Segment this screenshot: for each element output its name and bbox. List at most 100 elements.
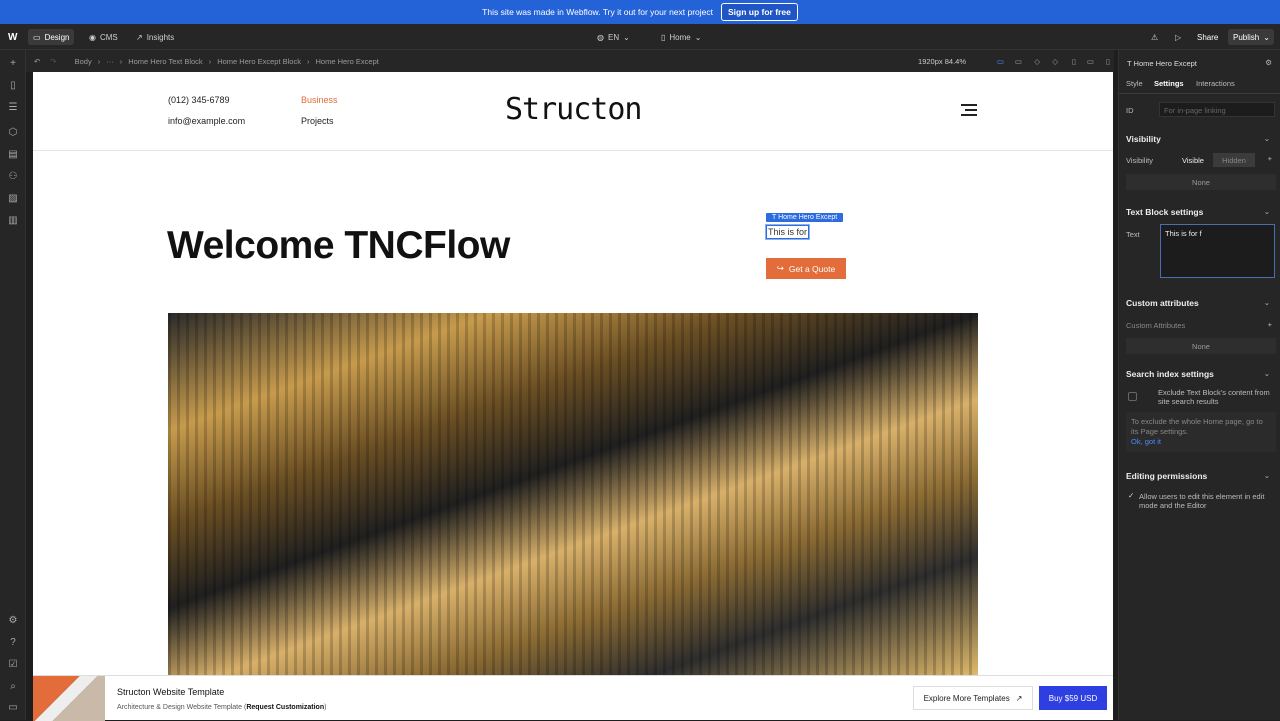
desktop-icon[interactable]: ▭	[997, 57, 1004, 66]
add-icon[interactable]: +	[1268, 154, 1272, 163]
get-quote-label: Get a Quote	[788, 263, 836, 274]
video-icon[interactable]: ▭	[7, 702, 19, 714]
signup-button[interactable]: Sign up for free	[721, 3, 798, 21]
id-label: ID	[1126, 106, 1134, 115]
preview-icon[interactable]: ▷	[1170, 29, 1186, 45]
pages-icon[interactable]: ▯	[7, 80, 19, 92]
chevron-down-icon: ⌄	[694, 32, 702, 42]
breakpoint-icon[interactable]: ◇	[1034, 57, 1040, 66]
breadcrumb: ↶ ↷ Body › ··· › Home Hero Text Block › …	[26, 50, 1114, 72]
navigator-icon[interactable]: ☰	[7, 102, 19, 114]
tasks-icon[interactable]: ☑	[7, 659, 19, 671]
chevron-down-icon[interactable]: ⌄	[1264, 369, 1270, 378]
add-icon[interactable]: +	[7, 58, 19, 70]
breakpoint-icon[interactable]: ◇	[1052, 57, 1058, 66]
promo-banner: This site was made in Webflow. Try it ou…	[0, 0, 1280, 24]
page-dropdown[interactable]: ▯ Home ⌄	[656, 29, 706, 45]
publish-label: Publish	[1233, 32, 1260, 42]
hero-headline[interactable]: Welcome TNCFlow	[167, 224, 510, 268]
external-link-icon: ↗	[1015, 693, 1023, 703]
component-icon[interactable]: ⚙	[1265, 58, 1272, 67]
chevron-down-icon: ⌄	[623, 32, 630, 42]
settings-panel: T Home Hero Except ⚙ Style Settings Inte…	[1118, 50, 1280, 720]
tab-interactions[interactable]: Interactions	[1196, 79, 1235, 88]
visibility-title: Visibility	[1126, 134, 1161, 144]
settings-icon[interactable]: ⚙	[7, 615, 19, 627]
divider	[1119, 93, 1280, 94]
selection-label-text: Home Hero Except	[778, 214, 838, 221]
text-input[interactable]: This is for f	[1160, 224, 1275, 278]
variables-icon[interactable]: ▤	[7, 149, 19, 161]
exclude-checkbox[interactable]	[1128, 392, 1137, 401]
site-phone: (012) 345-6789	[168, 95, 230, 105]
apps-icon[interactable]: ▥	[7, 215, 19, 227]
chevron-down-icon: ⌄	[1263, 32, 1270, 42]
tab-settings[interactable]: Settings	[1154, 79, 1184, 88]
tab-style[interactable]: Style	[1126, 79, 1143, 88]
assets-icon[interactable]: ▨	[7, 193, 19, 205]
template-thumbnail	[33, 676, 105, 721]
chevron-down-icon[interactable]: ⌄	[1264, 134, 1270, 143]
styles-icon[interactable]: ⚇	[7, 171, 19, 183]
nav-business[interactable]: Business	[301, 95, 338, 105]
components-icon[interactable]: ⬡	[7, 127, 19, 139]
breadcrumb-except-block[interactable]: Home Hero Except Block	[217, 57, 301, 66]
buy-button[interactable]: Buy $59 USD	[1039, 686, 1107, 710]
chevron-down-icon[interactable]: ⌄	[1264, 207, 1270, 216]
template-subtitle: Architecture & Design Website Template (…	[117, 704, 326, 711]
breadcrumb-text-block[interactable]: Home Hero Text Block	[128, 57, 202, 66]
site-logo[interactable]: Structon	[505, 92, 642, 127]
webflow-logo[interactable]: W	[3, 29, 22, 45]
checkmark-icon[interactable]: ✓	[1128, 491, 1134, 500]
tablet-icon[interactable]: ▯	[1072, 57, 1076, 66]
tab-design[interactable]: ▭ Design	[28, 29, 75, 45]
request-customization-link[interactable]: Request Customization	[246, 704, 324, 711]
hero-excerpt-editing[interactable]: This is for	[764, 224, 811, 240]
exclude-label: Exclude Text Block's content from site s…	[1158, 388, 1270, 406]
phone-icon[interactable]: ▯	[1106, 57, 1110, 66]
help-icon[interactable]: ?	[7, 637, 19, 649]
visible-toggle[interactable]: Visible	[1173, 153, 1213, 167]
tab-cms[interactable]: ◉ CMS	[84, 29, 123, 45]
textblock-settings-title: Text Block settings	[1126, 207, 1204, 217]
breadcrumb-separator: ›	[208, 56, 212, 66]
chevron-down-icon[interactable]: ⌄	[1264, 298, 1270, 307]
publish-button[interactable]: Publish ⌄	[1228, 29, 1274, 45]
hamburger-icon[interactable]	[961, 104, 977, 116]
viewport-size: 1920px 84.4%	[918, 56, 966, 66]
redo-icon[interactable]: ↷	[50, 57, 56, 66]
breadcrumb-separator: ›	[119, 56, 123, 66]
add-icon[interactable]: +	[1268, 320, 1272, 329]
locale-dropdown[interactable]: ◍ EN ⌄	[592, 29, 635, 45]
ok-got-it-link[interactable]: Ok, got it	[1131, 437, 1271, 447]
site-email[interactable]: info@example.com	[168, 116, 245, 126]
landscape-icon[interactable]: ▭	[1087, 57, 1094, 66]
undo-icon[interactable]: ↶	[34, 57, 40, 66]
share-button[interactable]: Share	[1192, 29, 1223, 45]
globe-icon: ◍	[597, 32, 604, 42]
database-icon: ◉	[89, 32, 96, 42]
id-input[interactable]: For in-page linking	[1159, 102, 1275, 117]
tab-design-label: Design	[44, 32, 70, 42]
breadcrumb-separator: ›	[97, 56, 101, 66]
tab-insights[interactable]: ↗ Insights	[131, 29, 179, 45]
search-icon[interactable]: ⌕	[7, 681, 19, 693]
nav-projects[interactable]: Projects	[301, 116, 334, 126]
design-canvas[interactable]: (012) 345-6789 info@example.com Business…	[33, 72, 1113, 675]
audit-icon[interactable]: ⚠	[1146, 29, 1163, 45]
breakpoint-icon[interactable]: ▭	[1015, 57, 1022, 66]
breadcrumb-body[interactable]: Body	[75, 57, 92, 66]
locale-label: EN	[607, 32, 620, 42]
template-title: Structon Website Template	[117, 687, 225, 697]
explore-templates-button[interactable]: Explore More Templates ↗	[913, 686, 1033, 710]
exclude-note-box: To exclude the whole Home page, go to it…	[1126, 412, 1276, 452]
promo-text: This site was made in Webflow. Try it ou…	[482, 7, 714, 17]
chevron-down-icon[interactable]: ⌄	[1264, 471, 1270, 480]
breadcrumb-except[interactable]: Home Hero Except	[315, 57, 378, 66]
template-bar: Structon Website Template Architecture &…	[33, 675, 1113, 721]
element-name-label: Home Hero Except	[1133, 59, 1197, 68]
get-quote-button[interactable]: ↪ Get a Quote	[766, 258, 846, 279]
hidden-toggle[interactable]: Hidden	[1213, 153, 1255, 167]
visibility-none: None	[1126, 174, 1276, 190]
breadcrumb-ellipsis[interactable]: ···	[106, 57, 114, 66]
